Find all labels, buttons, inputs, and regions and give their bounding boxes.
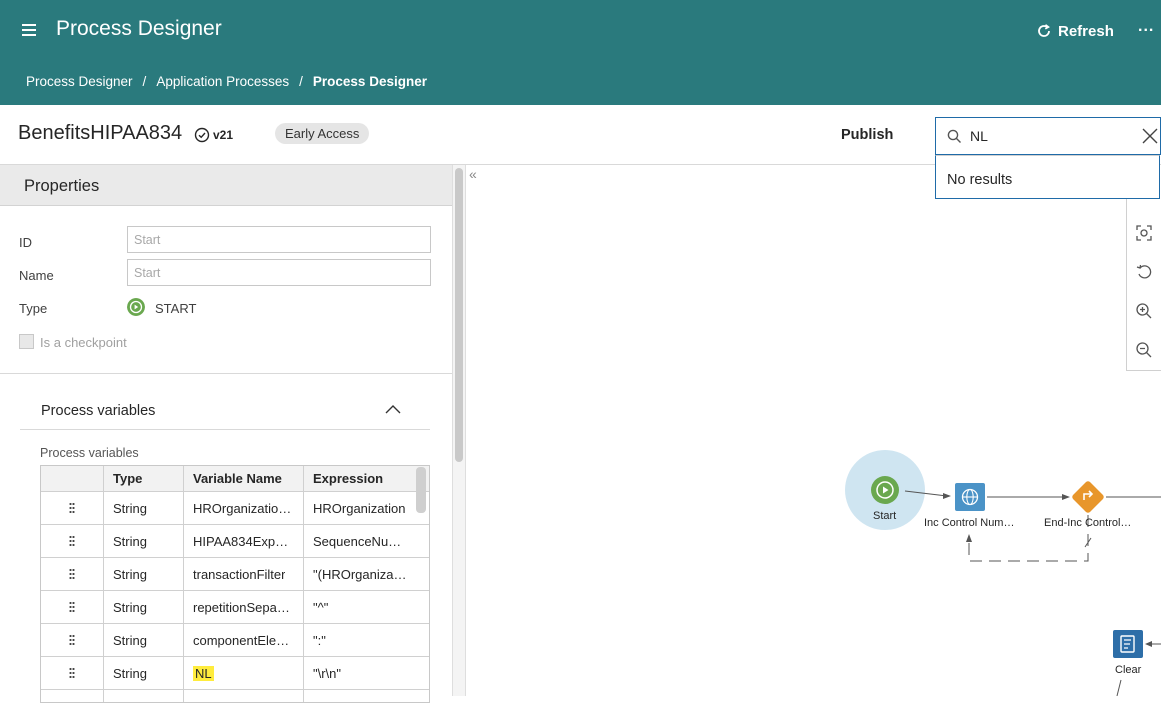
zoom-out-icon[interactable] — [1135, 341, 1153, 359]
inc-control-node-label: Inc Control Num… — [924, 517, 1015, 529]
connector — [1116, 679, 1122, 696]
search-input[interactable] — [970, 126, 1130, 146]
arrow-icon — [943, 493, 951, 499]
start-node-label: Start — [873, 510, 897, 522]
zoom-in-icon[interactable] — [1135, 302, 1153, 320]
arrow-icon — [966, 534, 972, 542]
search-icon — [947, 129, 961, 143]
arrow-icon — [1062, 494, 1070, 500]
search-box — [935, 117, 1161, 155]
inc-control-task-node[interactable] — [955, 483, 985, 511]
process-diagram — [845, 450, 1161, 696]
clear-node-label: Clear — [1115, 664, 1142, 676]
search-results-dropdown: No results — [935, 155, 1160, 199]
fit-to-screen-icon[interactable] — [1135, 224, 1153, 242]
end-inc-control-gateway-node[interactable] — [1071, 480, 1105, 514]
end-inc-control-node-label: End-Inc Control… — [1044, 517, 1132, 529]
arrow-icon — [1145, 641, 1152, 647]
reset-icon[interactable] — [1135, 263, 1153, 281]
canvas-toolbar — [1126, 199, 1161, 371]
no-results-text: No results — [947, 172, 1013, 188]
close-icon[interactable] — [1142, 128, 1158, 144]
start-node[interactable] — [871, 476, 899, 504]
clear-task-node[interactable] — [1113, 630, 1143, 658]
